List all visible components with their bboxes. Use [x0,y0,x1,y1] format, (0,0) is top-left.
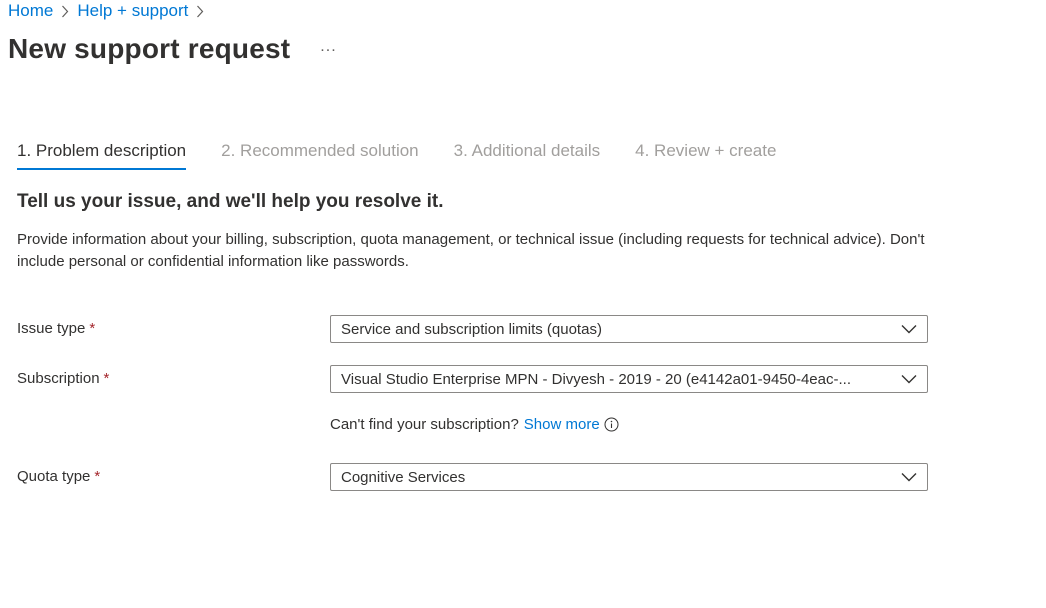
tab-problem-description[interactable]: 1. Problem description [17,138,187,170]
chevron-right-icon [196,5,204,18]
issue-type-label-text: Issue type [17,320,86,337]
quota-type-label-text: Quota type [17,468,91,485]
support-request-page: Home Help + support New support request … [0,0,1046,608]
chevron-down-icon [891,374,927,384]
quota-type-value: Cognitive Services [341,468,466,486]
chevron-down-icon [891,324,927,334]
subscription-helper-text: Can't find your subscription? [330,416,519,433]
breadcrumb-home-link[interactable]: Home [8,0,53,22]
issue-type-value: Service and subscription limits (quotas) [341,320,602,338]
quota-type-label: Quota type * [17,468,100,485]
chevron-down-icon [891,472,927,482]
subscription-helper: Can't find your subscription? Show more [330,416,619,433]
required-marker: * [89,320,96,337]
show-more-link[interactable]: Show more [524,416,600,433]
breadcrumb: Home Help + support [8,0,204,22]
subscription-label-text: Subscription [17,370,100,387]
section-description: Provide information about your billing, … [17,231,925,270]
title-row: New support request ... [8,33,337,65]
subscription-label: Subscription * [17,370,109,387]
chevron-right-icon [61,5,69,18]
page-title: New support request [8,33,291,64]
more-options-button[interactable]: ... [320,38,336,60]
section-heading: Tell us your issue, and we'll help you r… [17,191,444,212]
subscription-dropdown[interactable]: Visual Studio Enterprise MPN - Divyesh -… [330,365,928,393]
quota-type-dropdown[interactable]: Cognitive Services [330,463,928,491]
issue-type-label: Issue type * [17,320,95,337]
issue-type-dropdown[interactable]: Service and subscription limits (quotas) [330,315,928,343]
subscription-value: Visual Studio Enterprise MPN - Divyesh -… [341,370,851,388]
info-icon[interactable] [604,417,619,432]
required-marker: * [103,370,110,387]
wizard-tabs: 1. Problem description 2. Recommended so… [17,138,811,170]
tab-review-create[interactable]: 4. Review + create [635,138,776,170]
breadcrumb-help-support-link[interactable]: Help + support [77,0,188,22]
tab-additional-details[interactable]: 3. Additional details [454,138,601,170]
tab-recommended-solution[interactable]: 2. Recommended solution [221,138,419,170]
required-marker: * [94,468,101,485]
